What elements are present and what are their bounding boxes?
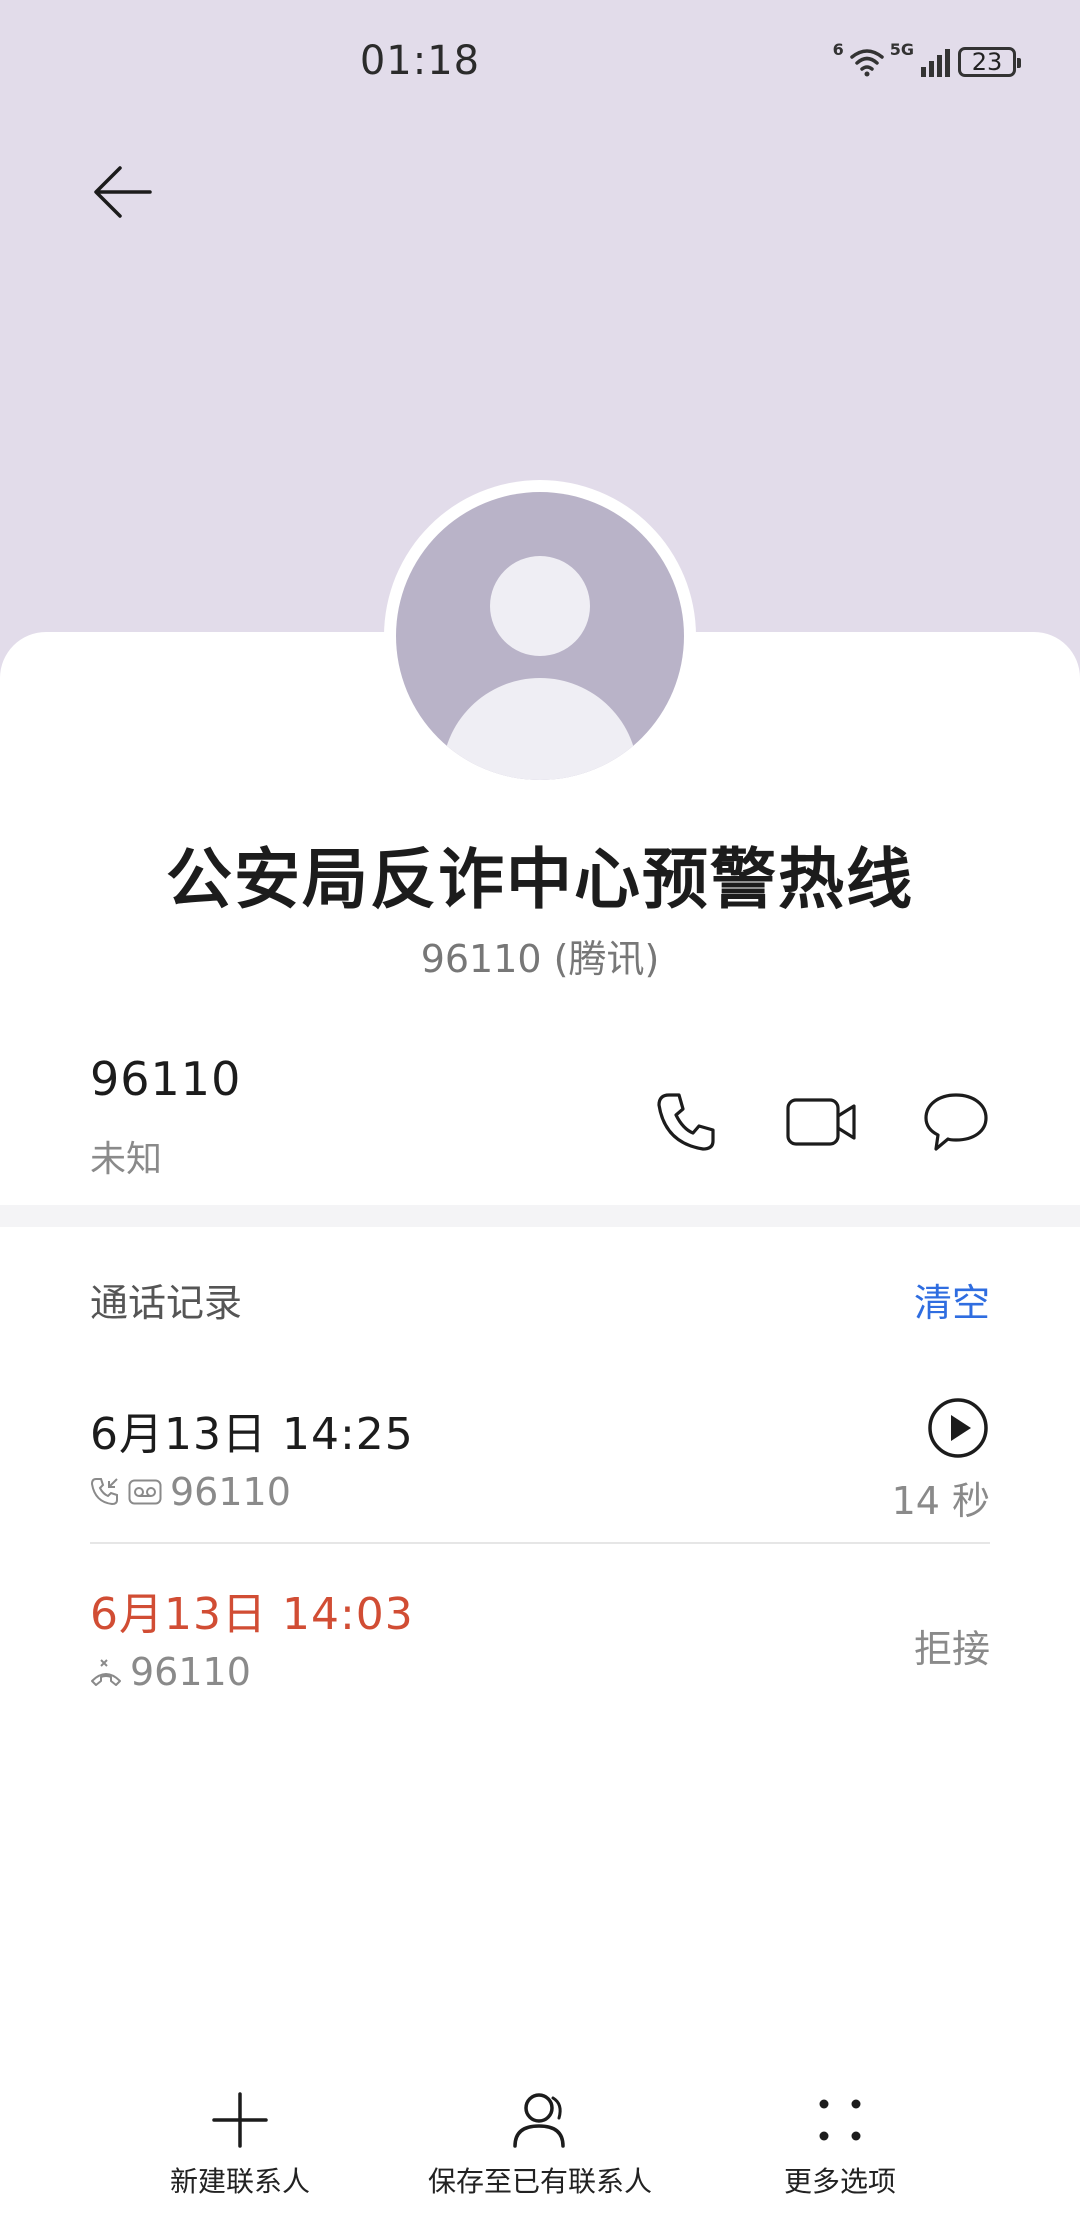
video-camera-icon <box>786 1098 856 1146</box>
rejected-call-icon <box>90 1657 122 1687</box>
save-to-existing-contact-button[interactable]: 保存至已有联系人 <box>390 2080 690 2220</box>
new-contact-button[interactable]: 新建联系人 <box>90 2080 390 2220</box>
signal-badge: 5G <box>889 40 914 59</box>
battery-level: 23 <box>971 48 1003 76</box>
call-time-missed: 6月13日 14:03 <box>90 1589 414 1640</box>
plus-icon <box>212 2092 268 2148</box>
battery-icon: 23 <box>958 47 1021 77</box>
status-time: 01:18 <box>359 38 481 84</box>
wifi-icon <box>849 49 884 77</box>
new-contact-label: 新建联系人 <box>169 2165 310 2198</box>
call-log-header: 通话记录 清空 <box>90 1272 990 1332</box>
back-button[interactable] <box>80 150 164 234</box>
more-options-label: 更多选项 <box>783 2165 896 2198</box>
person-icon <box>513 2093 565 2148</box>
video-call-button[interactable] <box>782 1082 862 1162</box>
call-details: 96110 <box>90 1470 291 1514</box>
call-log-title: 通话记录 <box>90 1281 243 1325</box>
phone-number: 96110 <box>90 1052 242 1106</box>
more-options-button[interactable]: 更多选项 <box>690 2080 990 2220</box>
status-icons: 6 5G 23 <box>832 40 1021 84</box>
message-button[interactable] <box>916 1082 996 1162</box>
play-recording-button[interactable] <box>926 1396 990 1460</box>
status-bar: 01:18 6 5G 23 <box>0 0 1080 128</box>
incoming-call-icon <box>90 1477 120 1507</box>
call-number: 96110 <box>130 1650 251 1694</box>
section-divider <box>0 1205 1080 1227</box>
save-to-existing-contact-label: 保存至已有联系人 <box>427 2165 652 2198</box>
clear-call-log-button[interactable]: 清空 <box>914 1272 990 1327</box>
call-log-item[interactable]: 6月13日 14:25 96110 14 秒 <box>90 1398 990 1548</box>
message-bubble-icon <box>924 1093 988 1151</box>
contact-subtitle: 96110 (腾讯) <box>420 937 660 981</box>
avatar-head <box>490 556 590 656</box>
call-button[interactable] <box>646 1082 726 1162</box>
call-number: 96110 <box>170 1470 291 1514</box>
bottom-action-bar: 新建联系人 保存至已有联系人 更多选项 <box>0 2080 1080 2228</box>
avatar-body <box>442 678 638 780</box>
call-details: 96110 <box>90 1650 251 1694</box>
signal-icon <box>921 49 950 77</box>
voicemail-icon <box>128 1479 162 1505</box>
play-icon <box>928 1398 988 1458</box>
avatar[interactable] <box>396 492 684 780</box>
arrow-left-icon <box>94 166 152 218</box>
wifi-badge: 6 <box>832 40 844 59</box>
phone-icon <box>657 1093 715 1151</box>
row-divider <box>90 1542 990 1544</box>
dots-grid-icon <box>819 2099 861 2141</box>
phone-type: 未知 <box>90 1139 163 1180</box>
call-time: 6月13日 14:25 <box>90 1409 414 1460</box>
contact-name: 公安局反诈中心预警热线 <box>166 841 914 918</box>
call-duration: 14 秒 <box>891 1479 990 1523</box>
call-log-item[interactable]: 6月13日 14:03 96110 拒接 <box>90 1578 990 1728</box>
call-status: 拒接 <box>913 1627 990 1671</box>
phone-row[interactable]: 96110 未知 <box>90 1052 990 1192</box>
